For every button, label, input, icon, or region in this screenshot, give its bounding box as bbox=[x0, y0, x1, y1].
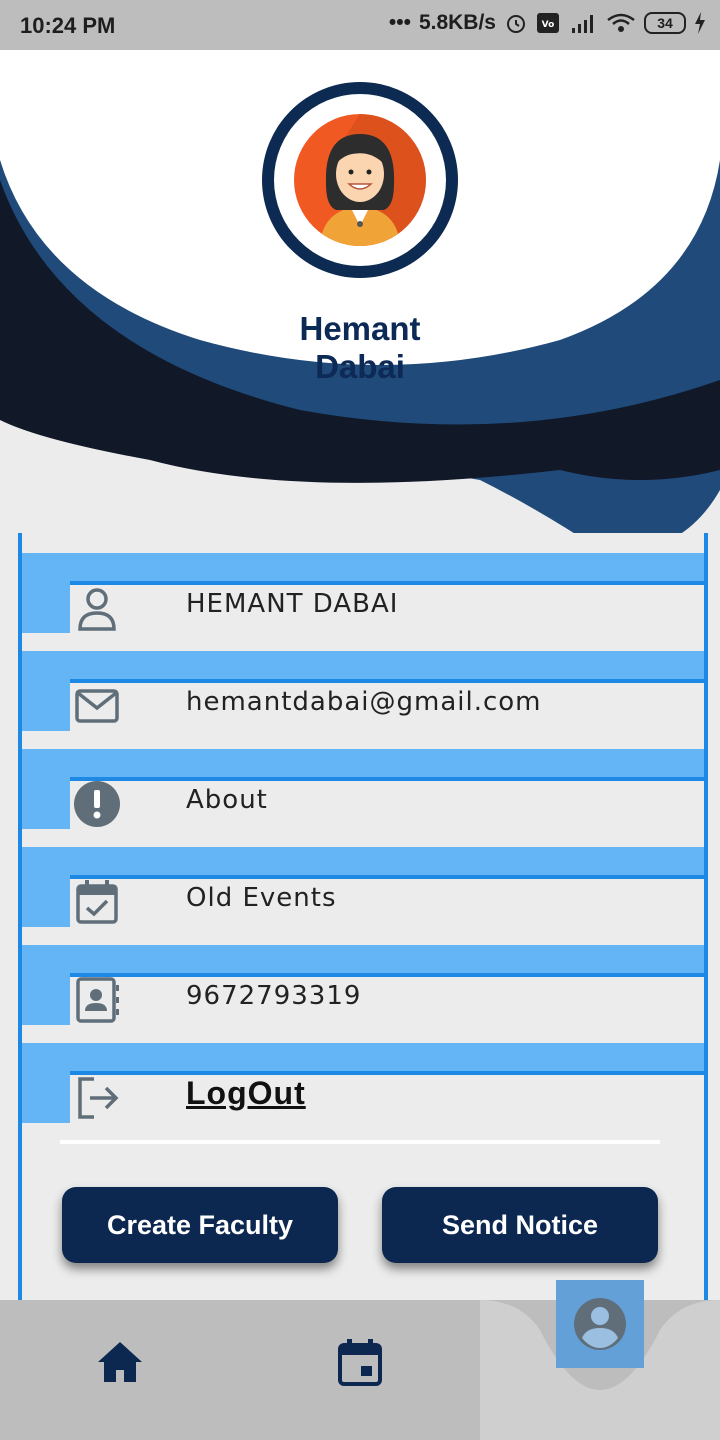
row-tab bbox=[22, 1071, 70, 1123]
row-tab bbox=[22, 581, 70, 633]
nav-events[interactable] bbox=[240, 1300, 480, 1424]
row-line bbox=[70, 973, 704, 977]
row-band bbox=[22, 945, 704, 973]
row-tab bbox=[22, 973, 70, 1025]
row-tab bbox=[22, 777, 70, 829]
bottom-navigation bbox=[0, 1280, 720, 1440]
nav-home[interactable] bbox=[0, 1300, 240, 1424]
menu-item-label: hemantdabai@gmail.com bbox=[186, 687, 542, 717]
battery-icon: 34 bbox=[644, 12, 686, 34]
menu-item-phone[interactable]: 9672793319 bbox=[22, 945, 704, 1027]
row-line bbox=[70, 777, 704, 781]
contact-card-icon bbox=[72, 975, 122, 1025]
row-line bbox=[70, 581, 704, 585]
row-band bbox=[22, 553, 704, 581]
status-bar: 10:24 PM ••• 5.8KB/s Vo 34 bbox=[0, 0, 720, 50]
row-line bbox=[70, 679, 704, 683]
calendar-icon bbox=[338, 1339, 382, 1386]
create-faculty-button[interactable]: Create Faculty bbox=[62, 1187, 338, 1263]
profile-name: Hemant Dabai bbox=[299, 310, 421, 385]
row-band bbox=[22, 847, 704, 875]
avatar-frame bbox=[274, 94, 446, 266]
menu-item-email[interactable]: hemantdabai@gmail.com bbox=[22, 651, 704, 733]
woman-avatar-icon bbox=[320, 114, 426, 246]
row-band bbox=[22, 749, 704, 777]
info-alert-icon bbox=[72, 779, 122, 829]
row-line bbox=[70, 1071, 704, 1075]
person-icon bbox=[72, 583, 122, 633]
network-dots: ••• bbox=[388, 11, 411, 34]
menu-item-name[interactable]: HEMANT DABAI bbox=[22, 553, 704, 635]
menu-item-label: 9672793319 bbox=[186, 981, 362, 1011]
volte-icon: Vo bbox=[537, 13, 559, 33]
profile-avatar bbox=[262, 82, 458, 278]
logout-icon bbox=[72, 1073, 122, 1123]
status-icons: ••• 5.8KB/s Vo 34 bbox=[389, 11, 706, 35]
charging-icon bbox=[695, 12, 705, 34]
account-circle-icon bbox=[574, 1298, 626, 1350]
row-tab bbox=[22, 875, 70, 927]
row-band bbox=[22, 1043, 704, 1071]
section-divider bbox=[60, 1140, 660, 1144]
menu-item-label: Old Events bbox=[186, 883, 337, 913]
nav-profile[interactable] bbox=[556, 1280, 644, 1368]
calendar-check-icon bbox=[72, 877, 122, 927]
alarm-icon bbox=[507, 15, 525, 33]
status-time: 10:24 PM bbox=[20, 13, 116, 38]
logout-link[interactable]: LogOut bbox=[186, 1075, 306, 1112]
menu-item-logout[interactable]: LogOut bbox=[22, 1043, 704, 1125]
avatar-illustration bbox=[294, 114, 426, 246]
menu-item-label: About bbox=[186, 785, 268, 815]
wifi-icon bbox=[607, 13, 635, 32]
row-tab bbox=[22, 679, 70, 731]
row-line bbox=[70, 875, 704, 879]
send-notice-button[interactable]: Send Notice bbox=[382, 1187, 658, 1263]
menu-item-old-events[interactable]: Old Events bbox=[22, 847, 704, 929]
menu-item-label: HEMANT DABAI bbox=[186, 589, 399, 619]
network-speed: 5.8KB/s bbox=[418, 11, 496, 34]
signal-icon bbox=[572, 15, 593, 33]
svg-text:Vo: Vo bbox=[542, 20, 555, 30]
home-icon bbox=[98, 1342, 142, 1382]
row-band bbox=[22, 651, 704, 679]
mail-icon bbox=[72, 681, 122, 731]
menu-item-about[interactable]: About bbox=[22, 749, 704, 831]
battery-level: 34 bbox=[657, 15, 673, 31]
